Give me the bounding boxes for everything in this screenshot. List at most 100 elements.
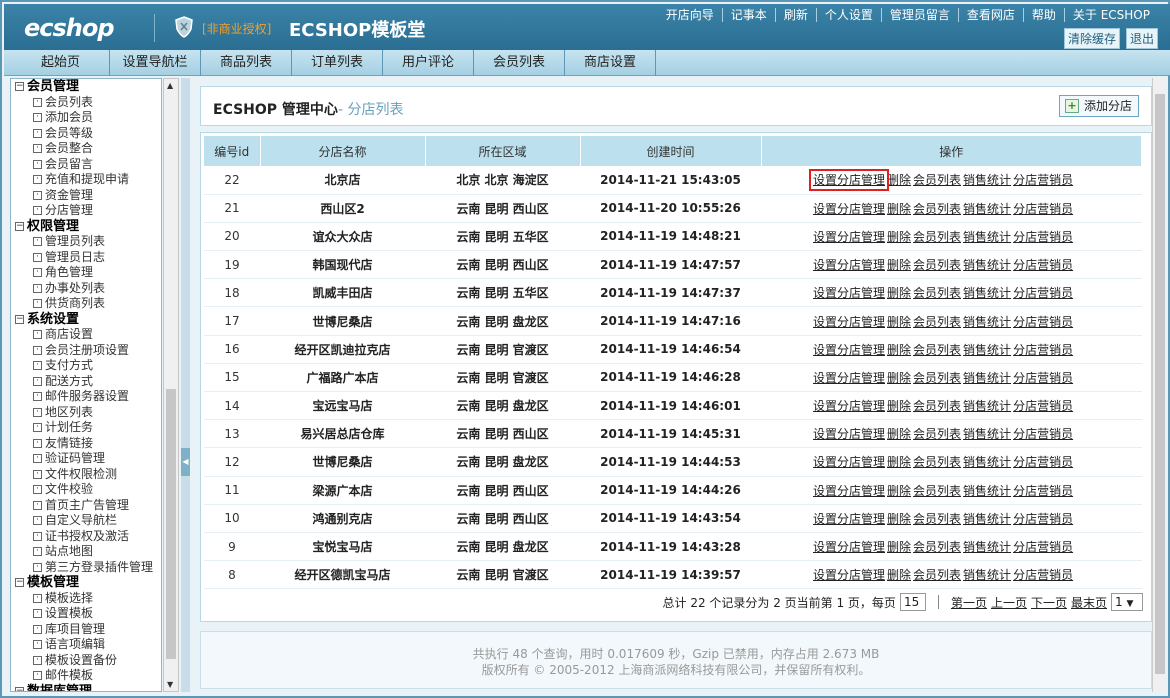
sidebar-item[interactable]: · 供货商列表	[11, 296, 161, 312]
sidebar-scroll-thumb[interactable]	[166, 389, 176, 659]
link-about[interactable]: 关于 ECSHOP	[1063, 8, 1158, 22]
prev-page-link[interactable]: 上一页	[991, 594, 1027, 611]
member-list-link[interactable]: 会员列表	[913, 427, 961, 441]
sidebar-item[interactable]: · 地区列表	[11, 405, 161, 421]
main-scrollbar[interactable]	[1152, 78, 1166, 692]
menu-nav-settings[interactable]: 设置导航栏	[110, 50, 201, 76]
sidebar-item[interactable]: · 管理员日志	[11, 250, 161, 266]
collapse-icon[interactable]: −	[15, 686, 24, 691]
sidebar-item[interactable]: · 管理员列表	[11, 234, 161, 250]
menu-user-comments[interactable]: 用户评论	[383, 50, 474, 76]
delete-link[interactable]: 删除	[887, 399, 911, 413]
col-name[interactable]: 分店名称	[260, 136, 426, 166]
sidebar-item[interactable]: · 商店设置	[11, 327, 161, 343]
col-created[interactable]: 创建时间	[580, 136, 762, 166]
sidebar-item[interactable]: · 添加会员	[11, 110, 161, 126]
delete-link[interactable]: 删除	[887, 568, 911, 582]
sales-stats-link[interactable]: 销售统计	[963, 202, 1011, 216]
scroll-up-icon[interactable]: ▲	[167, 81, 173, 90]
branch-marketer-link[interactable]: 分店营销员	[1013, 230, 1073, 244]
branch-marketer-link[interactable]: 分店营销员	[1013, 315, 1073, 329]
next-page-link[interactable]: 下一页	[1031, 594, 1067, 611]
sales-stats-link[interactable]: 销售统计	[963, 512, 1011, 526]
sidebar-item[interactable]: · 友情链接	[11, 436, 161, 452]
sales-stats-link[interactable]: 销售统计	[963, 484, 1011, 498]
sidebar-item[interactable]: · 充值和提现申请	[11, 172, 161, 188]
sidebar-item[interactable]: · 配送方式	[11, 374, 161, 390]
sidebar-splitter[interactable]: ◀	[181, 78, 190, 692]
delete-link[interactable]: 删除	[887, 484, 911, 498]
set-branch-manager-link[interactable]: 设置分店管理	[813, 286, 885, 300]
menu-order-list[interactable]: 订单列表	[292, 50, 383, 76]
branch-marketer-link[interactable]: 分店营销员	[1013, 512, 1073, 526]
sidebar-item[interactable]: · 库项目管理	[11, 622, 161, 638]
add-branch-button[interactable]: + 添加分店	[1058, 95, 1139, 117]
set-branch-manager-link[interactable]: 设置分店管理	[813, 455, 885, 469]
set-branch-manager-link[interactable]: 设置分店管理	[813, 512, 885, 526]
sidebar-item[interactable]: · 首页主广告管理	[11, 498, 161, 514]
set-branch-manager-link[interactable]: 设置分店管理	[813, 202, 885, 216]
menu-member-list[interactable]: 会员列表	[474, 50, 565, 76]
first-page-link[interactable]: 第一页	[951, 594, 987, 611]
set-branch-manager-link[interactable]: 设置分店管理	[813, 315, 885, 329]
col-id[interactable]: 编号id	[204, 136, 261, 166]
sales-stats-link[interactable]: 销售统计	[963, 427, 1011, 441]
branch-marketer-link[interactable]: 分店营销员	[1013, 455, 1073, 469]
sidebar-item[interactable]: · 文件校验	[11, 482, 161, 498]
link-help[interactable]: 帮助	[1022, 8, 1064, 22]
set-branch-manager-link[interactable]: 设置分店管理	[813, 399, 885, 413]
sidebar-item[interactable]: · 邮件服务器设置	[11, 389, 161, 405]
collapse-sidebar-icon[interactable]: ◀	[181, 448, 190, 476]
sales-stats-link[interactable]: 销售统计	[963, 455, 1011, 469]
sidebar-item[interactable]: · 角色管理	[11, 265, 161, 281]
delete-link[interactable]: 删除	[887, 230, 911, 244]
member-list-link[interactable]: 会员列表	[913, 258, 961, 272]
menu-goods-list[interactable]: 商品列表	[201, 50, 292, 76]
set-branch-manager-link[interactable]: 设置分店管理	[813, 540, 885, 554]
sales-stats-link[interactable]: 销售统计	[963, 371, 1011, 385]
link-personal-settings[interactable]: 个人设置	[815, 8, 881, 22]
sidebar-item[interactable]: · 会员注册项设置	[11, 343, 161, 359]
sidebar-scrollbar[interactable]: ▲ ▼	[163, 78, 179, 692]
sales-stats-link[interactable]: 销售统计	[963, 286, 1011, 300]
delete-link[interactable]: 删除	[887, 343, 911, 357]
delete-link[interactable]: 删除	[887, 315, 911, 329]
delete-link[interactable]: 删除	[887, 371, 911, 385]
sidebar-item[interactable]: · 模板选择	[11, 591, 161, 607]
member-list-link[interactable]: 会员列表	[913, 455, 961, 469]
sidebar-item[interactable]: · 语言项编辑	[11, 637, 161, 653]
branch-marketer-link[interactable]: 分店营销员	[1013, 258, 1073, 272]
sidebar-item[interactable]: · 邮件模板	[11, 668, 161, 684]
link-setup-wizard[interactable]: 开店向导	[658, 8, 722, 22]
delete-link[interactable]: 删除	[887, 512, 911, 526]
branch-marketer-link[interactable]: 分店营销员	[1013, 371, 1073, 385]
sidebar-item[interactable]: · 文件权限检测	[11, 467, 161, 483]
sales-stats-link[interactable]: 销售统计	[963, 230, 1011, 244]
sales-stats-link[interactable]: 销售统计	[963, 315, 1011, 329]
sidebar-item[interactable]: · 证书授权及激活	[11, 529, 161, 545]
main-scroll-thumb[interactable]	[1155, 94, 1165, 674]
sales-stats-link[interactable]: 销售统计	[963, 540, 1011, 554]
sidebar-item[interactable]: · 验证码管理	[11, 451, 161, 467]
sidebar-item[interactable]: · 支付方式	[11, 358, 161, 374]
menu-home[interactable]: 起始页	[12, 50, 110, 76]
sidebar-group[interactable]: − 会员管理	[11, 79, 161, 95]
member-list-link[interactable]: 会员列表	[913, 371, 961, 385]
member-list-link[interactable]: 会员列表	[913, 230, 961, 244]
ecshop-logo[interactable]: ecshop	[24, 14, 115, 42]
page-size-input[interactable]: 15	[899, 593, 926, 611]
delete-link[interactable]: 删除	[887, 173, 911, 187]
sidebar-item[interactable]: · 计划任务	[11, 420, 161, 436]
sales-stats-link[interactable]: 销售统计	[963, 343, 1011, 357]
scroll-down-icon[interactable]: ▼	[167, 680, 173, 689]
sidebar-item[interactable]: · 办事处列表	[11, 281, 161, 297]
member-list-link[interactable]: 会员列表	[913, 512, 961, 526]
sidebar-item[interactable]: · 资金管理	[11, 188, 161, 204]
sidebar-group[interactable]: − 模板管理	[11, 575, 161, 591]
member-list-link[interactable]: 会员列表	[913, 484, 961, 498]
set-branch-manager-link[interactable]: 设置分店管理	[813, 568, 885, 582]
sidebar-item[interactable]: · 站点地图	[11, 544, 161, 560]
last-page-link[interactable]: 最末页	[1071, 594, 1107, 611]
branch-marketer-link[interactable]: 分店营销员	[1013, 202, 1073, 216]
sidebar-item[interactable]: · 模板设置备份	[11, 653, 161, 669]
